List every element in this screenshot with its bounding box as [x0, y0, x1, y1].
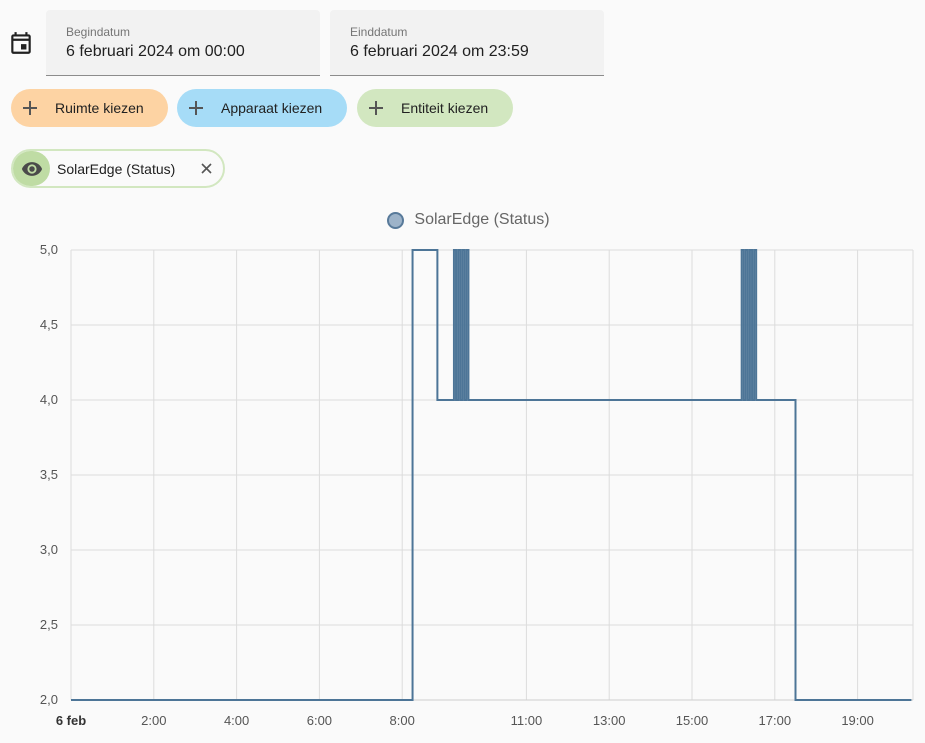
end-date-field[interactable]: Einddatum 6 februari 2024 om 23:59: [330, 10, 604, 76]
y-tick-label: 4,0: [40, 392, 58, 407]
x-tick-label: 15:00: [676, 713, 709, 728]
plus-icon: [369, 101, 383, 115]
selected-entity-chip[interactable]: SolarEdge (Status): [11, 149, 225, 188]
y-tick-label: 3,5: [40, 467, 58, 482]
x-tick-label: 4:00: [224, 713, 249, 728]
x-tick-label: 8:00: [390, 713, 415, 728]
start-date-label: Begindatum: [66, 25, 131, 39]
x-tick-label: 17:00: [759, 713, 792, 728]
y-tick-label: 2,5: [40, 617, 58, 632]
eye-icon: [21, 161, 42, 176]
calendar-icon[interactable]: [8, 29, 34, 57]
y-tick-label: 3,0: [40, 542, 58, 557]
plus-icon: [189, 101, 203, 115]
choose-entity-label: Entiteit kiezen: [401, 100, 489, 116]
selected-entity-label: SolarEdge (Status): [57, 160, 176, 177]
x-tick-label: 2:00: [141, 713, 166, 728]
x-tick-label: 6 feb: [56, 713, 86, 728]
y-tick-label: 5,0: [40, 242, 58, 257]
legend-marker: [387, 211, 405, 229]
choose-area-button[interactable]: Ruimte kiezen: [11, 89, 168, 127]
x-tick-label: 19:00: [841, 713, 874, 728]
choose-entity-button[interactable]: Entiteit kiezen: [357, 89, 513, 127]
end-date-value: 6 februari 2024 om 23:59: [350, 43, 529, 60]
x-tick-label: 11:00: [511, 713, 543, 728]
choose-device-label: Apparaat kiezen: [221, 100, 323, 116]
x-tick-label: 13:00: [593, 713, 626, 728]
start-date-value: 6 februari 2024 om 00:00: [66, 43, 245, 60]
chart-legend[interactable]: SolarEdge (Status): [0, 209, 925, 231]
start-date-field[interactable]: Begindatum 6 februari 2024 om 00:00: [46, 10, 320, 76]
choose-area-label: Ruimte kiezen: [55, 100, 144, 116]
plus-icon: [23, 101, 37, 115]
end-date-label: Einddatum: [350, 25, 408, 39]
y-tick-label: 4,5: [40, 317, 58, 332]
close-icon[interactable]: [199, 161, 214, 176]
history-chart: 2,0 2,5 3,0 3,5 4,0 4,5 5,0 6 feb 2:00 4:00 6:00 8:…: [40, 242, 914, 728]
x-tick-label: 6:00: [307, 713, 332, 728]
y-tick-label: 2,0: [40, 692, 58, 707]
legend-label: SolarEdge (Status): [414, 211, 550, 228]
eye-icon-wrap: [13, 151, 50, 186]
choose-device-button[interactable]: Apparaat kiezen: [177, 89, 347, 127]
